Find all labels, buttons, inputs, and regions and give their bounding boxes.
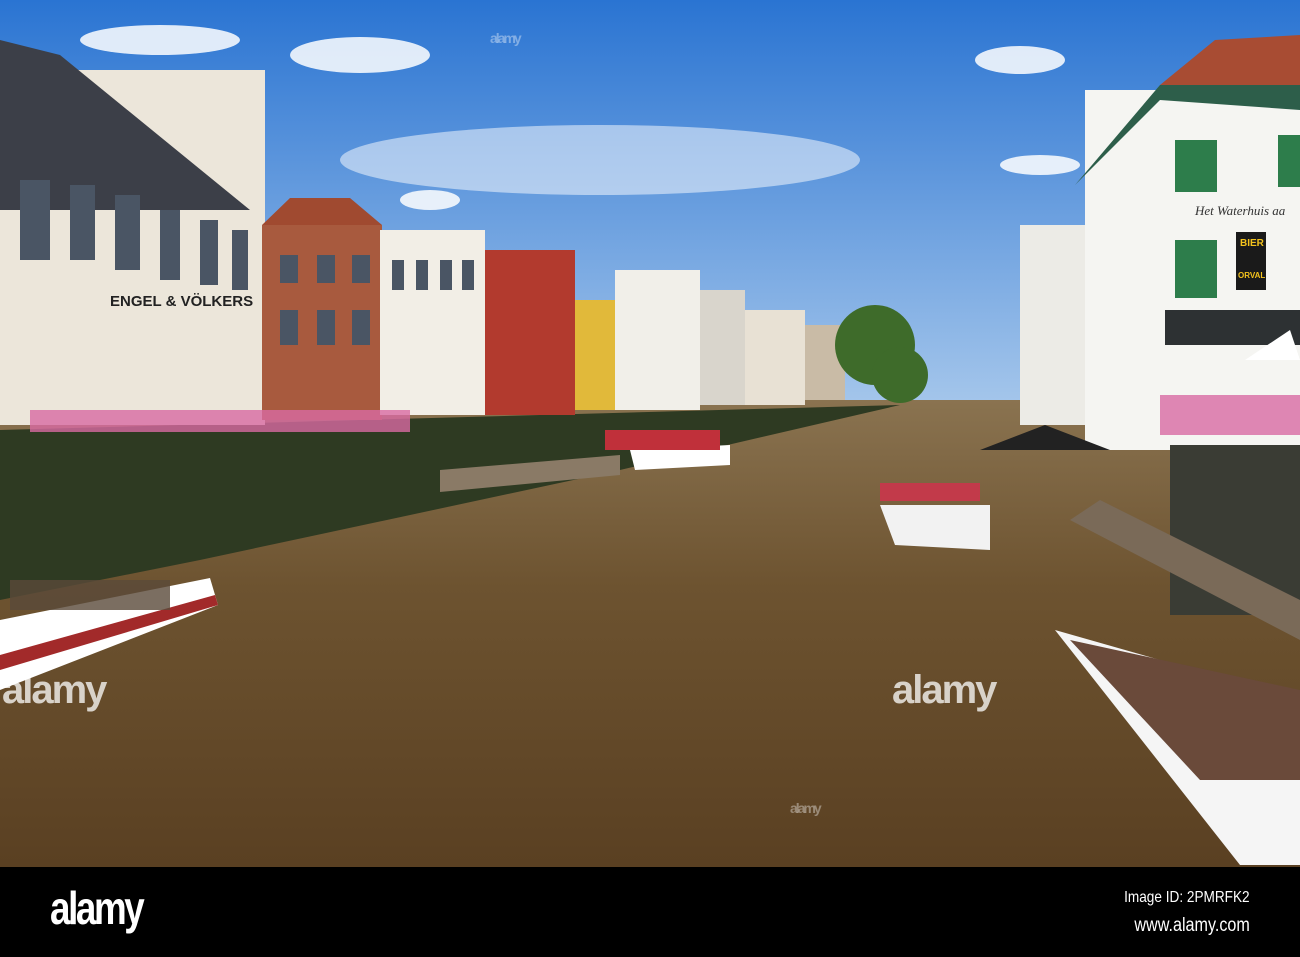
beer-brand-sign: ORVAL bbox=[1238, 271, 1265, 280]
watermark: alamy bbox=[790, 800, 822, 816]
canal-photo: ENGEL & VÖLKERS Het Waterhuis aa BIER OR… bbox=[0, 0, 1300, 867]
cafe-sign: Het Waterhuis aa bbox=[1194, 203, 1286, 218]
watermark: alamy bbox=[892, 668, 997, 712]
alamy-logo: alamy bbox=[50, 882, 145, 934]
site-url: www.alamy.com bbox=[1134, 915, 1250, 936]
realtor-sign: ENGEL & VÖLKERS bbox=[110, 293, 253, 310]
beer-sign: BIER bbox=[1240, 238, 1265, 249]
watermark: alamy bbox=[2, 668, 107, 712]
watermark: alamy bbox=[490, 30, 522, 46]
boat-mid bbox=[880, 483, 990, 550]
footer-bar: alamy Image ID: 2PMRFK2 www.alamy.com bbox=[0, 867, 1300, 957]
image-id: Image ID: 2PMRFK2 bbox=[1124, 889, 1250, 906]
